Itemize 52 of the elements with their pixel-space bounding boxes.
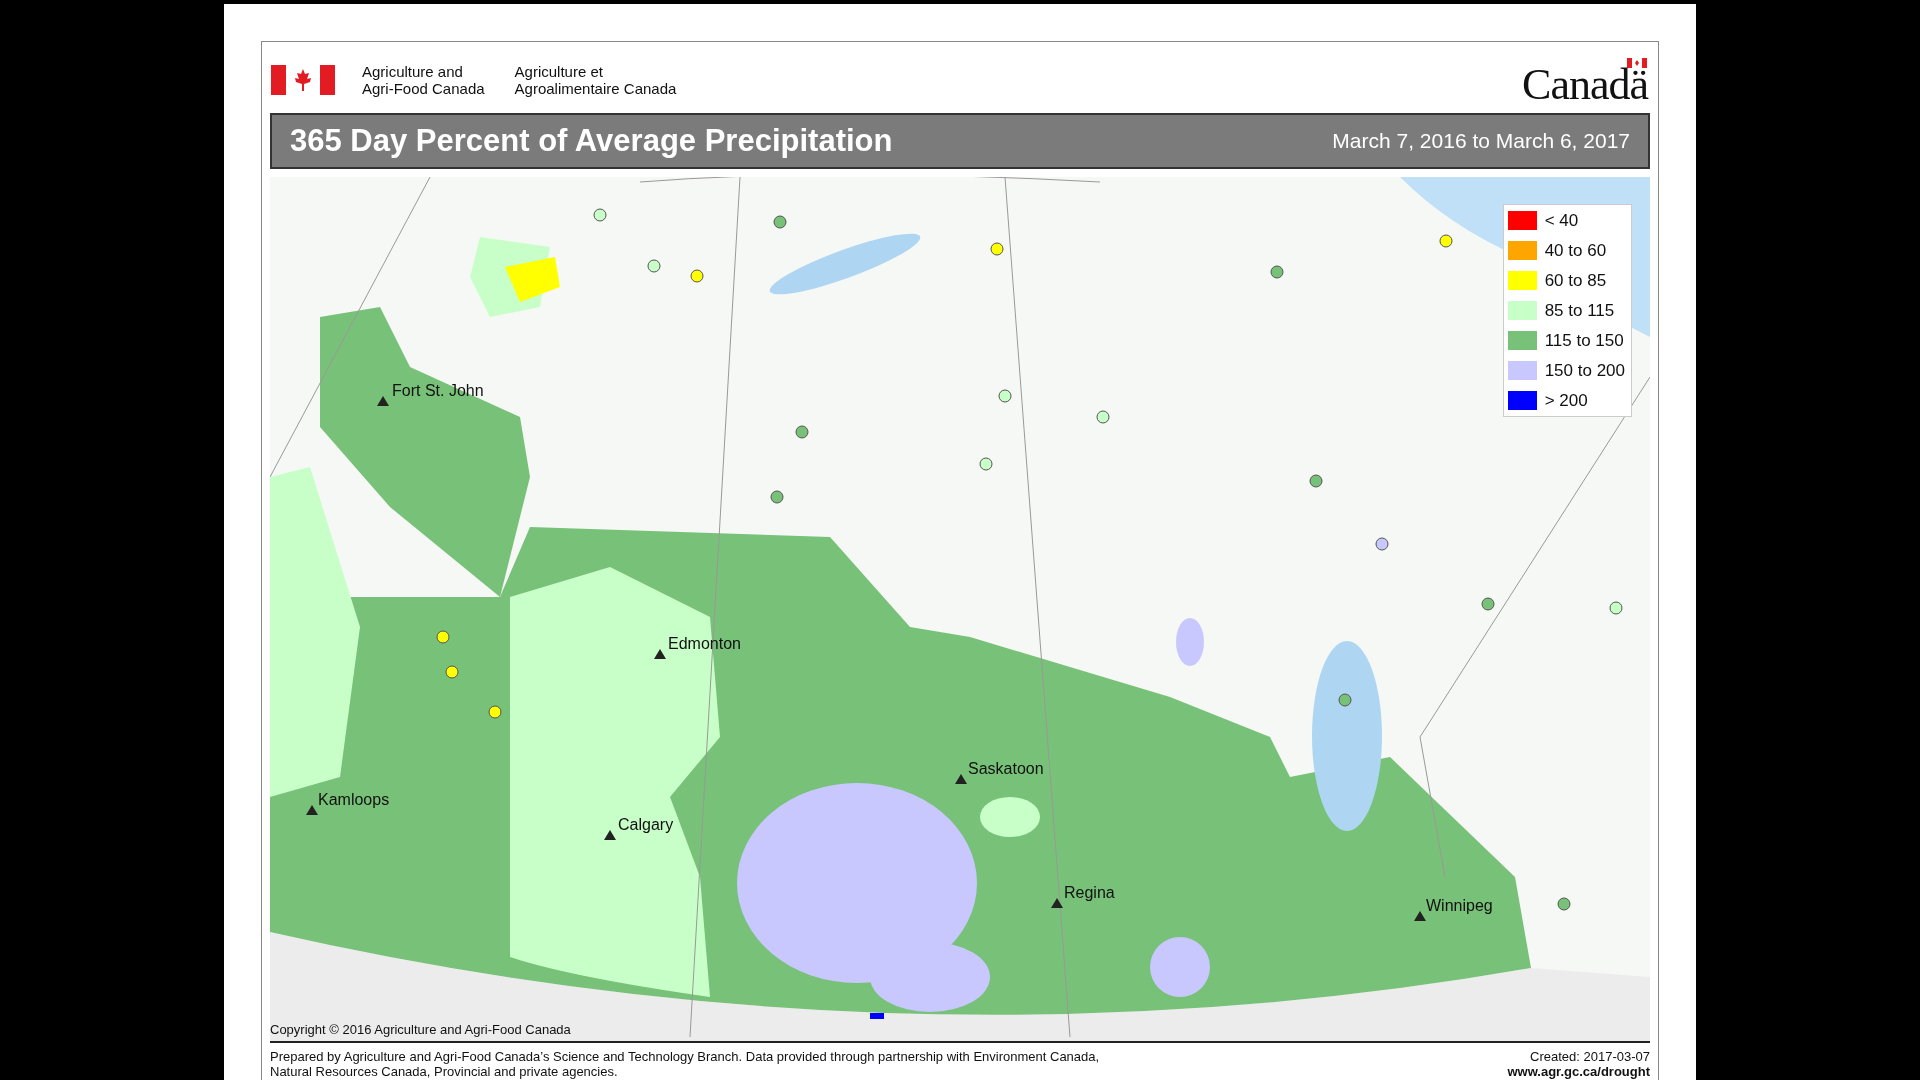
credit-text: Prepared by Agriculture and Agri-Food Canada’s Science and Technology Branch. Data provided through partnership with Environment Canada, Natural Resources Canada, Provincial and private agencies. bbox=[270, 1049, 1100, 1079]
legend-label: 115 to 150 bbox=[1544, 331, 1624, 350]
station-marker bbox=[1557, 897, 1571, 911]
station-marker bbox=[647, 259, 661, 273]
canada-wordmark: Canadä bbox=[1522, 67, 1648, 102]
department-name-english: Agriculture and Agri-Food Canada bbox=[362, 62, 485, 97]
legend-label: < 40 bbox=[1544, 211, 1579, 230]
city-marker-icon bbox=[1051, 898, 1063, 908]
station-marker bbox=[795, 425, 809, 439]
city-label: Edmonton bbox=[668, 634, 741, 654]
city-label: Winnipeg bbox=[1426, 896, 1493, 916]
station-marker bbox=[1609, 601, 1623, 615]
flag-icon bbox=[1627, 57, 1647, 68]
city-marker-icon bbox=[377, 396, 389, 406]
station-marker bbox=[1481, 597, 1495, 611]
station-marker bbox=[690, 269, 704, 283]
map-title: 365 Day Percent of Average Precipitation bbox=[290, 121, 893, 160]
created-date: Created: 2017-03-07 bbox=[1530, 1049, 1650, 1064]
flag-icon bbox=[271, 64, 335, 95]
legend-label: 40 to 60 bbox=[1544, 241, 1607, 260]
department-name-french: Agriculture et Agroalimentaire Canada bbox=[514, 62, 677, 97]
station-marker bbox=[1309, 474, 1323, 488]
station-marker bbox=[445, 665, 459, 679]
city-label: Kamloops bbox=[318, 790, 390, 810]
legend-label: 85 to 115 bbox=[1544, 301, 1615, 320]
website-link[interactable]: www.agr.gc.ca/drought bbox=[1507, 1064, 1650, 1079]
city-label: Fort St. John bbox=[392, 381, 484, 401]
city-marker-icon bbox=[306, 805, 318, 815]
station-marker bbox=[436, 630, 450, 644]
station-marker bbox=[1338, 693, 1352, 707]
legend-label: > 200 bbox=[1544, 391, 1588, 410]
station-marker bbox=[1096, 410, 1110, 424]
city-label: Calgary bbox=[618, 815, 674, 835]
legend-label: 60 to 85 bbox=[1544, 271, 1607, 290]
station-marker bbox=[990, 242, 1004, 256]
city-label: Regina bbox=[1064, 883, 1115, 903]
legend-label: 150 to 200 bbox=[1544, 361, 1625, 380]
station-marker bbox=[998, 389, 1012, 403]
date-range: March 7, 2016 to March 6, 2017 bbox=[1332, 128, 1630, 155]
city-marker-icon bbox=[604, 830, 616, 840]
station-marker bbox=[1439, 234, 1453, 248]
station-marker bbox=[1270, 265, 1284, 279]
station-marker bbox=[770, 490, 784, 504]
station-marker bbox=[593, 208, 607, 222]
station-marker bbox=[488, 705, 502, 719]
city-marker-icon bbox=[1414, 911, 1426, 921]
station-marker bbox=[1375, 537, 1389, 551]
city-label: Saskatoon bbox=[968, 759, 1044, 779]
city-marker-icon bbox=[654, 649, 666, 659]
station-marker bbox=[773, 215, 787, 229]
copyright-text: Copyright © 2016 Agriculture and Agri-Food Canada bbox=[270, 1020, 571, 1039]
station-marker bbox=[979, 457, 993, 471]
